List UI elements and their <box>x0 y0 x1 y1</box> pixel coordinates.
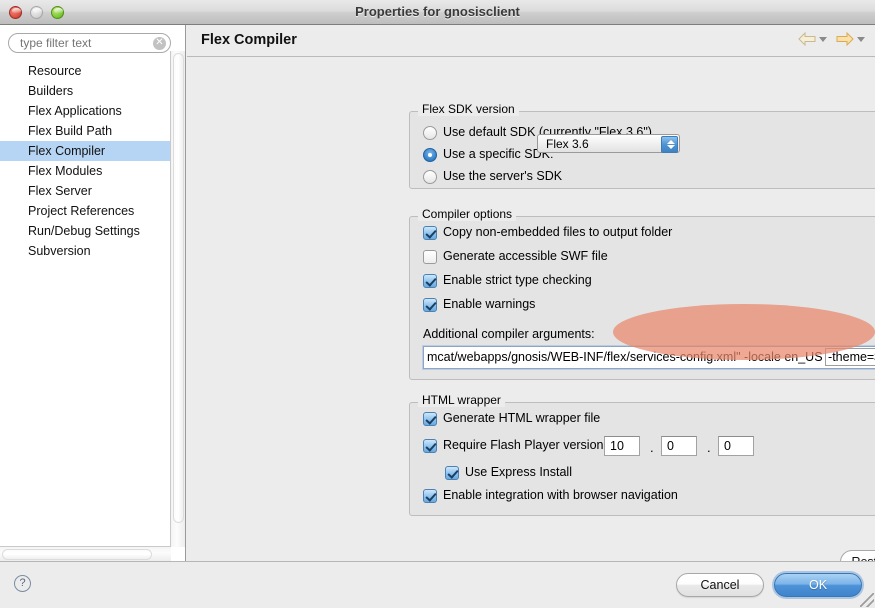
args-selected-text: -theme=${flexlib}/themes/Halo/halo.swc <box>825 348 875 366</box>
args-prefix-text: mcat/webapps/gnosis/WEB-INF/flex/service… <box>427 350 827 364</box>
chevron-down-icon[interactable] <box>667 145 675 149</box>
window-titlebar: Properties for gnosisclient <box>0 0 875 25</box>
checkbox-indicator[interactable] <box>423 274 437 288</box>
group-title: HTML wrapper <box>418 393 505 407</box>
settings-tree[interactable]: Resource Builders Flex Applications Flex… <box>0 61 170 546</box>
search-input[interactable] <box>8 33 171 53</box>
checkbox-indicator[interactable] <box>423 439 437 453</box>
additional-compiler-arguments-label: Additional compiler arguments: <box>423 327 595 341</box>
checkbox-label: Copy non-embedded files to output folder <box>443 225 673 239</box>
flex-sdk-version-group: Flex SDK version Use default SDK (curren… <box>409 102 875 189</box>
additional-compiler-arguments-input[interactable]: mcat/webapps/gnosis/WEB-INF/flex/service… <box>423 346 875 369</box>
chevron-up-icon[interactable] <box>667 140 675 144</box>
checkbox-indicator[interactable] <box>423 250 437 264</box>
radio-indicator[interactable] <box>423 170 437 184</box>
sdk-select-value: Flex 3.6 <box>546 137 589 151</box>
sidebar-item-project-references[interactable]: Project References <box>0 201 170 221</box>
settings-sidebar: ✕ Resource Builders Flex Applications Fl… <box>0 25 186 561</box>
settings-panel: Flex Compiler Flex SDK version Use defau… <box>187 25 875 574</box>
radio-indicator[interactable] <box>423 126 437 140</box>
scrollbar-thumb[interactable] <box>2 549 152 560</box>
checkbox-label: Enable integration with browser navigati… <box>443 488 678 502</box>
checkbox-label: Require Flash Player version: <box>443 438 607 452</box>
checkbox-label: Generate accessible SWF file <box>443 249 608 263</box>
version-separator: . <box>650 440 654 455</box>
sdk-select[interactable]: Flex 3.6 <box>537 134 680 153</box>
window-title: Properties for gnosisclient <box>355 4 520 19</box>
sidebar-item-flex-applications[interactable]: Flex Applications <box>0 101 170 121</box>
sidebar-vertical-scrollbar[interactable] <box>170 51 185 547</box>
compiler-options-group: Compiler options Copy non-embedded files… <box>409 207 875 380</box>
sidebar-item-builders[interactable]: Builders <box>0 81 170 101</box>
radio-indicator[interactable] <box>423 148 437 162</box>
checkbox-indicator[interactable] <box>445 466 459 480</box>
sidebar-horizontal-scrollbar[interactable] <box>0 546 171 561</box>
sidebar-item-run-debug-settings[interactable]: Run/Debug Settings <box>0 221 170 241</box>
dialog-footer: ? Cancel OK <box>0 561 875 608</box>
checkbox-label: Use Express Install <box>465 465 572 479</box>
page-title: Flex Compiler <box>201 32 297 48</box>
flash-version-major-input[interactable]: 10 <box>604 436 640 456</box>
checkbox-label: Enable warnings <box>443 297 536 311</box>
version-separator: . <box>707 440 711 455</box>
sidebar-item-flex-compiler[interactable]: Flex Compiler <box>0 141 170 161</box>
forward-arrow-group[interactable] <box>836 31 865 47</box>
ok-button[interactable]: OK <box>774 573 862 597</box>
help-icon[interactable]: ? <box>14 575 31 592</box>
checkbox-label: Generate HTML wrapper file <box>443 411 601 425</box>
sidebar-item-flex-modules[interactable]: Flex Modules <box>0 161 170 181</box>
scrollbar-thumb[interactable] <box>173 53 184 523</box>
properties-dialog: Properties for gnosisclient ✕ Resource B… <box>0 0 875 608</box>
panel-header: Flex Compiler <box>187 25 875 57</box>
resize-grip[interactable] <box>860 593 874 607</box>
sidebar-item-flex-build-path[interactable]: Flex Build Path <box>0 121 170 141</box>
checkbox-indicator[interactable] <box>423 489 437 503</box>
checkbox-indicator[interactable] <box>423 412 437 426</box>
cancel-button[interactable]: Cancel <box>676 573 764 597</box>
back-arrow-group[interactable] <box>797 31 827 47</box>
group-title: Compiler options <box>418 207 517 221</box>
close-icon[interactable]: ✕ <box>153 37 166 50</box>
flash-version-revision-input[interactable]: 0 <box>718 436 754 456</box>
html-wrapper-group: HTML wrapper Generate HTML wrapper file … <box>409 393 875 516</box>
stepper-icon[interactable] <box>661 136 678 153</box>
chevron-down-icon[interactable] <box>818 36 827 42</box>
sidebar-item-resource[interactable]: Resource <box>0 61 170 81</box>
chevron-down-icon[interactable] <box>857 36 865 42</box>
forward-arrow-icon[interactable] <box>836 32 854 47</box>
flash-version-minor-input[interactable]: 0 <box>661 436 697 456</box>
checkbox-require-flash-player-version[interactable]: Require Flash Player version: 10 . 0 . 0 <box>423 436 843 456</box>
checkbox-indicator[interactable] <box>423 226 437 240</box>
radio-label: Use the server's SDK <box>443 169 563 183</box>
navigation-arrows <box>792 31 865 51</box>
checkbox-label: Enable strict type checking <box>443 273 592 287</box>
sidebar-item-flex-server[interactable]: Flex Server <box>0 181 170 201</box>
checkbox-indicator[interactable] <box>423 298 437 312</box>
filter-field-wrapper: ✕ <box>8 33 171 53</box>
group-title: Flex SDK version <box>418 102 519 116</box>
sidebar-item-subversion[interactable]: Subversion <box>0 241 170 261</box>
back-arrow-icon[interactable] <box>797 32 816 47</box>
